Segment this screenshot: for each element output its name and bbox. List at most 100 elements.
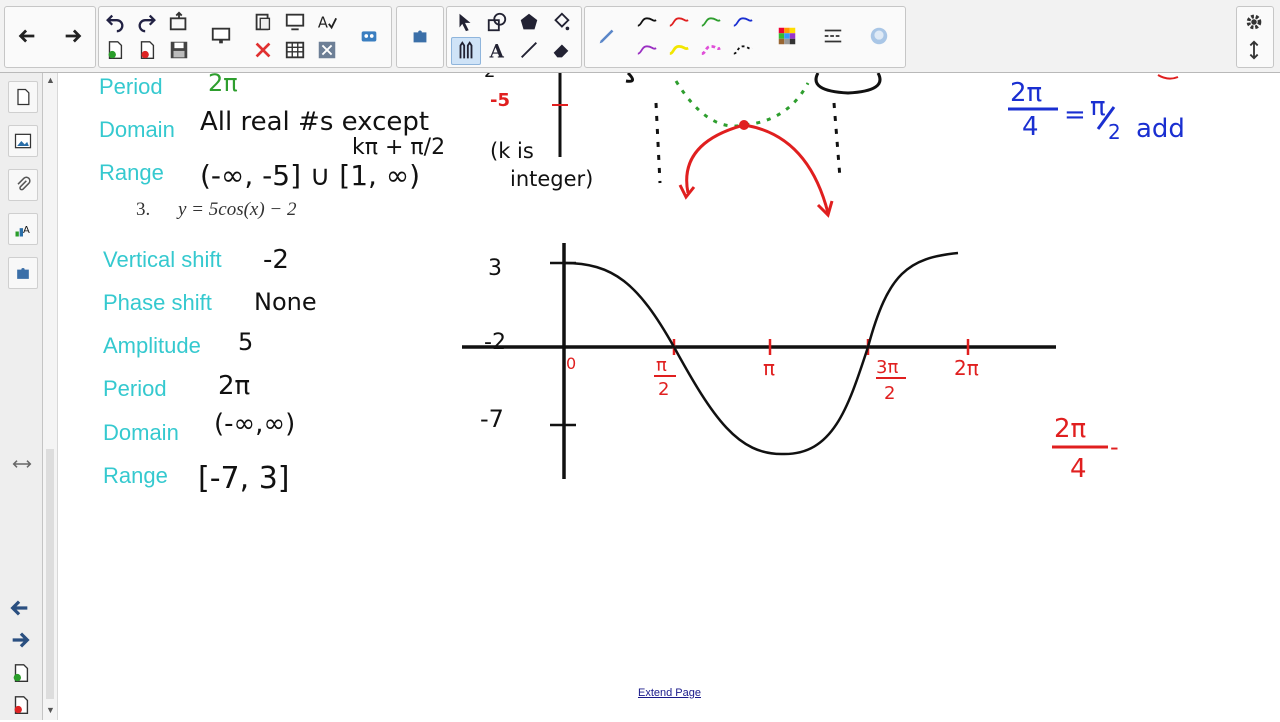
blue-note-equals: = — [1064, 100, 1086, 130]
pens-group — [584, 6, 906, 68]
expand-vertical-icon[interactable] — [1240, 37, 1268, 63]
table-icon[interactable] — [281, 37, 309, 63]
vertical-scrollbar[interactable]: ▲ ▼ — [43, 73, 58, 720]
page-sorter-icon[interactable] — [8, 81, 38, 113]
puzzle-icon[interactable] — [406, 23, 434, 49]
value-domain-upper-line2: kπ + π/2 — [352, 135, 446, 160]
pen-icon[interactable] — [593, 23, 621, 49]
red-note-dash: - — [1110, 433, 1119, 461]
value-range-upper: (-∞, -5] ∪ [1, ∞) — [200, 159, 421, 192]
forward-arrow-icon[interactable] — [59, 23, 87, 49]
line-icon[interactable] — [515, 37, 543, 63]
scroll-up-icon[interactable]: ▲ — [46, 75, 55, 85]
pen-black-icon[interactable] — [633, 9, 661, 35]
highlighter-pink-icon[interactable] — [697, 37, 725, 63]
redo-icon[interactable] — [133, 9, 161, 35]
blue-note-numerator: 2π — [1010, 78, 1042, 108]
pen-green-icon[interactable] — [697, 9, 725, 35]
red-note-numerator: 2π — [1054, 414, 1086, 444]
previous-page-icon[interactable] — [8, 597, 34, 619]
properties-tab-icon[interactable]: A — [8, 213, 38, 245]
label-vertical-shift: Vertical shift — [103, 247, 222, 272]
eraser-icon[interactable] — [547, 37, 575, 63]
spell-check-icon[interactable]: A — [313, 9, 341, 35]
addons-tab-icon[interactable] — [8, 257, 38, 289]
x-label-pi: π — [763, 356, 775, 380]
interactive-tools-icon[interactable] — [355, 23, 383, 49]
fill-icon[interactable] — [547, 9, 575, 35]
tools-group: A — [446, 6, 582, 68]
screen-shade-icon[interactable] — [207, 23, 235, 49]
undo-icon[interactable] — [101, 9, 129, 35]
resize-arrows-icon[interactable] — [12, 457, 32, 471]
remove-page-icon[interactable] — [10, 693, 32, 717]
attachments-icon[interactable] — [8, 169, 38, 201]
label-phase-shift: Phase shift — [103, 290, 212, 315]
next-page-icon[interactable] — [8, 629, 34, 651]
creative-pen-icon[interactable] — [451, 37, 481, 65]
value-phase-shift: None — [254, 288, 317, 316]
blue-note-rhs-num: π — [1090, 92, 1106, 122]
scroll-thumb[interactable] — [46, 449, 54, 699]
settings-gear-icon[interactable] — [1240, 9, 1268, 35]
text-icon[interactable]: A — [483, 37, 511, 63]
x-label-3pi-over-2-den: 2 — [884, 383, 895, 404]
red-note: 2π 4 - — [1052, 414, 1119, 484]
polygon-icon[interactable] — [515, 9, 543, 35]
label-range-upper: Range — [99, 160, 164, 185]
x-label-0: 0 — [566, 354, 576, 373]
highlighter-yellow-icon[interactable] — [665, 37, 693, 63]
pen-dashed-icon[interactable] — [729, 37, 757, 63]
pen-blue-icon[interactable] — [729, 9, 757, 35]
pen-red-icon[interactable] — [665, 9, 693, 35]
side-tabs: A — [0, 73, 43, 720]
value-period: 2π — [218, 371, 251, 401]
new-page-icon[interactable] — [101, 37, 129, 63]
extend-page-link[interactable]: Extend Page — [638, 687, 701, 699]
y-label-3: 3 — [488, 256, 502, 281]
blue-note-denominator: 4 — [1022, 112, 1039, 142]
scroll-down-icon[interactable]: ▼ — [46, 705, 55, 715]
problem-number: 3. — [136, 199, 151, 220]
value-period-upper: 2π — [208, 73, 238, 97]
whiteboard-canvas[interactable]: Period 2π Domain All real #s except kπ +… — [58, 73, 1280, 720]
select-arrow-icon[interactable] — [451, 9, 479, 35]
value-amplitude: 5 — [238, 328, 254, 356]
open-folder-icon[interactable] — [165, 9, 193, 35]
x-label-pi-over-2-den: 2 — [658, 379, 669, 400]
add-page-icon[interactable] — [10, 661, 32, 685]
edit-group: A — [98, 6, 392, 68]
label-domain: Domain — [103, 420, 179, 445]
x-label-2pi: 2π — [954, 356, 979, 380]
screen-icon[interactable] — [281, 9, 309, 35]
paste-icon[interactable] — [249, 9, 277, 35]
settings-group — [1236, 6, 1274, 68]
save-icon[interactable] — [165, 37, 193, 63]
color-grid-icon[interactable] — [773, 23, 801, 49]
y-label-minus7: -7 — [480, 405, 504, 433]
gallery-icon[interactable] — [8, 125, 38, 157]
nav-group — [4, 6, 96, 68]
addons-group — [396, 6, 444, 68]
cosine-curve — [563, 251, 959, 456]
properties-icon[interactable] — [865, 23, 893, 49]
red-note-denominator: 4 — [1070, 454, 1087, 484]
line-style-icon[interactable] — [819, 23, 847, 49]
blue-note-word: add — [1136, 114, 1185, 144]
upper-graph: 2 -5 — [484, 73, 882, 218]
delete-icon[interactable] — [249, 37, 277, 63]
pen-purple-icon[interactable] — [633, 37, 661, 63]
blue-note: 2π 4 = π 2 add — [1008, 74, 1185, 144]
blue-note-rhs-den: 2 — [1108, 120, 1121, 144]
svg-text:A: A — [318, 15, 328, 32]
delete-page-icon[interactable] — [133, 37, 161, 63]
label-period-upper: Period — [99, 74, 163, 99]
svg-text:A: A — [23, 225, 30, 236]
shapes-icon[interactable] — [483, 9, 511, 35]
clear-icon[interactable] — [313, 37, 341, 63]
back-arrow-icon[interactable] — [13, 23, 41, 49]
label-amplitude: Amplitude — [103, 333, 201, 358]
x-label-3pi-over-2-num: 3π — [876, 357, 898, 378]
y-label-minus2: -2 — [484, 330, 506, 355]
value-range: [-7, 3] — [198, 461, 290, 496]
